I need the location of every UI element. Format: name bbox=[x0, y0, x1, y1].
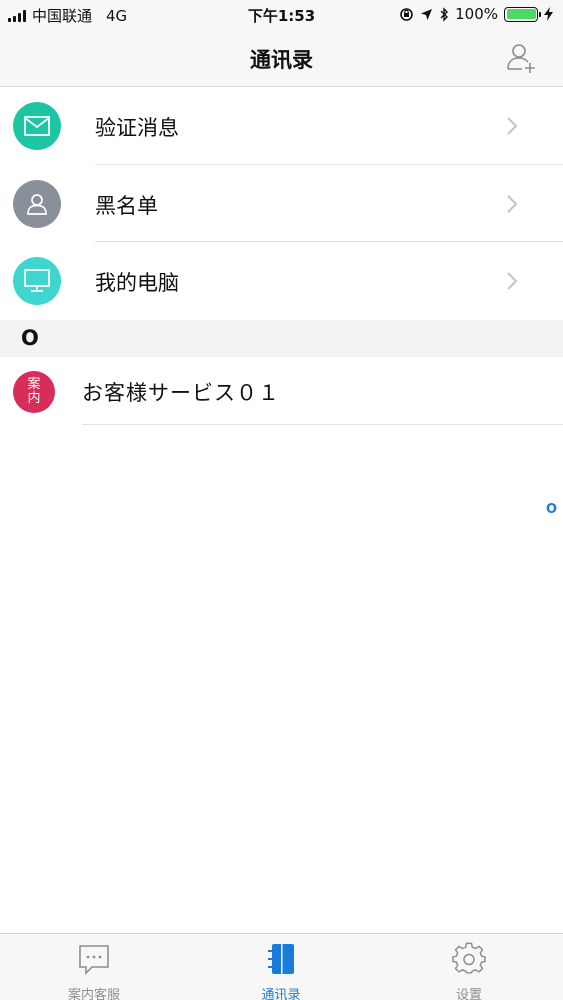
status-right: 100% bbox=[399, 5, 553, 23]
verify-messages-label: 验证消息 bbox=[95, 116, 179, 140]
chat-bubble-icon bbox=[79, 945, 109, 975]
add-contact-icon[interactable] bbox=[505, 41, 539, 75]
location-arrow-icon bbox=[421, 8, 433, 20]
blacklist-row[interactable]: 黑名单 bbox=[0, 164, 563, 242]
address-book-icon bbox=[268, 944, 294, 974]
avatar-char-2: 内 bbox=[27, 391, 41, 406]
tab-label: 案内客服 bbox=[67, 988, 120, 1000]
bluetooth-icon bbox=[440, 6, 449, 22]
orientation-lock-icon bbox=[400, 7, 413, 21]
nav-bar: 通讯录 bbox=[0, 28, 563, 87]
tab-label: 设置 bbox=[455, 988, 482, 1000]
chevron-right-icon bbox=[507, 117, 518, 135]
status-bar: 中国联通 4G 下午1:53 100% bbox=[0, 0, 563, 28]
tab-bar: 案内客服 通讯录 设置 bbox=[0, 933, 563, 1000]
blacklist-icon-circle bbox=[13, 179, 61, 228]
index-letter-o[interactable]: O bbox=[546, 502, 557, 517]
chevron-right-icon bbox=[507, 194, 518, 213]
contact-row[interactable]: 案 内 お客様サービス０１ bbox=[0, 357, 563, 425]
page-title: 通讯录 bbox=[250, 48, 313, 72]
tab-label: 通讯录 bbox=[261, 988, 301, 1000]
section-header-o: O bbox=[0, 320, 563, 357]
my-computer-icon-circle bbox=[13, 257, 61, 305]
battery-percent: 100% bbox=[455, 5, 498, 23]
chevron-right-icon bbox=[507, 272, 518, 290]
avatar-char-1: 案 bbox=[27, 377, 41, 392]
avatar: 案 内 bbox=[13, 371, 55, 413]
verify-messages-icon-circle bbox=[13, 102, 61, 150]
contact-name: お客様サービス０１ bbox=[82, 381, 280, 405]
my-computer-label: 我的电脑 bbox=[95, 271, 179, 295]
charging-bolt-icon bbox=[544, 7, 553, 21]
envelope-icon bbox=[24, 116, 50, 136]
tab-contacts[interactable]: 通讯录 bbox=[221, 934, 341, 1000]
my-computer-row[interactable]: 我的电脑 bbox=[0, 242, 563, 320]
gear-icon bbox=[452, 942, 486, 974]
battery-icon bbox=[504, 6, 541, 22]
function-list: 验证消息 黑名单 我的电脑 bbox=[0, 87, 563, 320]
person-icon bbox=[27, 193, 47, 215]
monitor-icon bbox=[24, 269, 50, 292]
battery-fill bbox=[506, 9, 536, 19]
tab-settings[interactable]: 设置 bbox=[409, 934, 529, 1000]
blacklist-label: 黑名单 bbox=[95, 193, 158, 218]
verify-messages-row[interactable]: 验证消息 bbox=[0, 87, 563, 165]
section-letter: O bbox=[21, 326, 39, 350]
row-divider bbox=[82, 424, 563, 425]
tab-customer-service[interactable]: 案内客服 bbox=[34, 934, 154, 1000]
